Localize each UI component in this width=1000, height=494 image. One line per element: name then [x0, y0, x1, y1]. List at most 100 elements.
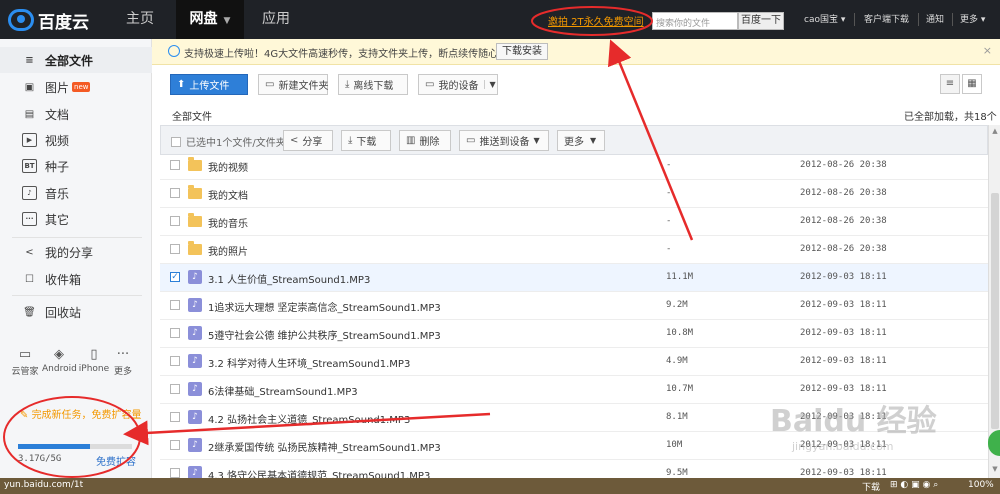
push-to-device-button[interactable]: ▭ 推送到设备 ▼	[459, 130, 549, 151]
scroll-down-icon[interactable]: ▼	[990, 465, 1000, 475]
list-view-button[interactable]: ≡	[940, 74, 960, 94]
sidebar-divider	[12, 237, 142, 238]
watermark-url: jingyan.baidu.com	[792, 440, 894, 453]
row-checkbox[interactable]	[170, 440, 180, 450]
device-more[interactable]: ··· 更多	[106, 346, 140, 377]
file-name[interactable]: 3.2 科学对待人生环境_StreamSound1.MP3	[208, 355, 410, 370]
tab-netdisk[interactable]: 网盘 ▼	[176, 0, 244, 39]
new-folder-button[interactable]: ▭ 新建文件夹	[258, 74, 328, 95]
file-row[interactable]: 我的文档 - 2012-08-26 20:38	[160, 180, 988, 208]
client-download-link[interactable]: 客户端下载	[864, 12, 909, 28]
sidebar-item-music[interactable]: ♪ 音乐	[0, 180, 152, 206]
baidu-jingyan-watermark: Baidu 经验	[770, 404, 937, 439]
tab-apps[interactable]: 应用	[244, 0, 308, 39]
file-name[interactable]: 我的照片	[208, 243, 248, 258]
sidebar-item-inbox[interactable]: ☐ 收件箱	[0, 266, 152, 292]
file-row[interactable]: ♪ 3.2 科学对待人生环境_StreamSound1.MP3 4.9M 2012-0…	[160, 348, 988, 376]
file-row[interactable]: 我的音乐 - 2012-08-26 20:38	[160, 208, 988, 236]
row-checkbox[interactable]	[170, 244, 180, 254]
select-all-checkbox[interactable]	[171, 136, 181, 147]
tab-home[interactable]: 主页	[108, 0, 172, 39]
sidebar-item-documents[interactable]: ▤ 文档	[0, 101, 152, 127]
sidebar-item-torrents[interactable]: BT 种子	[0, 153, 152, 179]
more-menu[interactable]: 更多 ▾	[960, 12, 985, 28]
selection-info[interactable]: 已选中1个文件/文件夹	[171, 134, 286, 149]
user-menu[interactable]: cao国宝 ▾	[804, 12, 845, 28]
sidebar-item-my-shares[interactable]: < 我的分享	[0, 239, 152, 265]
scroll-up-icon[interactable]: ▲	[990, 127, 1000, 137]
offline-download-button[interactable]: ⤓ 离线下载	[338, 74, 408, 95]
row-checkbox[interactable]	[170, 384, 180, 394]
baidu-cloud-logo[interactable]: 百度云	[8, 7, 89, 33]
file-date: 2012-09-03 18:11	[800, 356, 887, 366]
upload-button[interactable]: ⬆ 上传文件	[170, 74, 248, 95]
row-checkbox[interactable]	[170, 468, 180, 478]
download-button[interactable]: ⤓ 下载	[341, 130, 391, 151]
row-checkbox[interactable]	[170, 216, 180, 226]
download-install-button[interactable]: 下载安装	[496, 43, 548, 60]
search-button[interactable]: 百度一下	[738, 12, 784, 30]
file-name[interactable]: 3.1 人生价值_StreamSound1.MP3	[208, 271, 370, 286]
status-tool-icons[interactable]: ⊞ ◐ ▣ ◉ ⌕	[890, 480, 938, 490]
grid-view-button[interactable]: ▦	[962, 74, 982, 94]
row-checkbox[interactable]	[170, 300, 180, 310]
download-icon: ⤓	[348, 135, 353, 146]
file-name[interactable]: 我的文档	[208, 187, 248, 202]
device-android[interactable]: ◈ Android	[42, 346, 77, 374]
close-icon[interactable]: ×	[983, 44, 992, 57]
row-checkbox[interactable]	[170, 356, 180, 366]
status-download[interactable]: 下载	[862, 480, 880, 493]
file-name[interactable]: 我的视频	[208, 159, 248, 174]
search-input[interactable]: 搜索你的文件	[652, 12, 738, 30]
file-row[interactable]: ♪ 1追求远大理想 坚定崇高信念_StreamSound1.MP3 9.2M 2012…	[160, 292, 988, 320]
music-icon: ♪	[22, 186, 37, 200]
row-checkbox[interactable]	[170, 188, 180, 198]
notifications-link[interactable]: 通知	[926, 12, 944, 28]
share-button[interactable]: < 分享	[283, 130, 333, 151]
file-name[interactable]: 5遵守社会公德 维护公共秩序_StreamSound1.MP3	[208, 327, 441, 342]
file-name[interactable]: 1追求远大理想 坚定崇高信念_StreamSound1.MP3	[208, 299, 441, 314]
device-label: 云管家	[11, 367, 39, 377]
file-row[interactable]: 我的视频 - 2012-08-26 20:38	[160, 152, 988, 180]
folder-icon	[188, 213, 202, 227]
sidebar-item-other[interactable]: ··· 其它	[0, 206, 152, 232]
upload-label: 上传文件	[189, 81, 230, 92]
row-checkbox[interactable]	[170, 412, 180, 422]
task-tip-text: 完成新任务，免费扩容量	[31, 410, 142, 421]
chevron-down-icon: ▼	[484, 80, 496, 89]
row-checkbox[interactable]	[170, 160, 180, 170]
scroll-thumb[interactable]	[991, 193, 999, 429]
row-checkbox[interactable]	[170, 328, 180, 338]
scrollbar[interactable]: ▲ ▼	[988, 125, 1000, 480]
more-actions-button[interactable]: 更多 ▼	[557, 130, 605, 151]
task-promo-link[interactable]: ✎ 完成新任务，免费扩容量	[20, 406, 142, 421]
file-name[interactable]: 我的音乐	[208, 215, 248, 230]
file-row[interactable]: 我的照片 - 2012-08-26 20:38	[160, 236, 988, 264]
list-icon: ≡	[25, 54, 34, 66]
device-cloud-manager[interactable]: ▭ 云管家	[8, 346, 42, 377]
download-label: 下载	[356, 137, 377, 148]
file-name[interactable]: 6法律基础_StreamSound1.MP3	[208, 383, 358, 398]
tab-netdisk-label: 网盘	[189, 11, 218, 27]
sidebar-item-recycle-bin[interactable]: 🗑 回收站	[0, 299, 152, 325]
file-row[interactable]: ♪ 5遵守社会公德 维护公共秩序_StreamSound1.MP3 10.8M 201…	[160, 320, 988, 348]
push-label: 推送到设备	[479, 137, 530, 148]
folder-icon	[188, 241, 202, 255]
sidebar-item-images[interactable]: ▣ 图片 new	[0, 74, 152, 100]
loaded-count: 已全部加载，共18个	[904, 112, 997, 123]
tab-home-label: 主页	[126, 11, 154, 27]
notice-text: 支持极速上传啦！4G大文件高速秒传，支持文件夹上传，断点续传随心所欲！	[184, 49, 529, 60]
breadcrumb[interactable]: 全部文件	[172, 108, 212, 123]
my-devices-button[interactable]: ▭ 我的设备 ▼	[418, 74, 498, 95]
file-row[interactable]: ♪ 4.3 恪守公民基本道德规范_StreamSound1.MP3 9.5M 2012…	[160, 460, 988, 480]
sidebar-item-all-files[interactable]: ≡ 全部文件	[0, 47, 152, 73]
free-expand-link[interactable]: 免费扩容	[96, 453, 136, 468]
delete-button[interactable]: ▥ 删除	[399, 130, 451, 151]
row-checkbox[interactable]: ✓	[170, 272, 180, 282]
promo-link[interactable]: 邀拍 2T永久免费空间	[548, 13, 644, 28]
status-zoom[interactable]: 100%	[968, 480, 994, 490]
sidebar-item-videos[interactable]: ▶ 视频	[0, 127, 152, 153]
file-row[interactable]: ✓ ♪ 3.1 人生价值_StreamSound1.MP3 11.1M 2012-09-…	[160, 264, 988, 292]
file-name[interactable]: 4.2 弘扬社会主义道德_StreamSound1.MP3	[208, 411, 410, 426]
file-name[interactable]: 2继承爱国传统 弘扬民族精神_StreamSound1.MP3	[208, 439, 441, 454]
